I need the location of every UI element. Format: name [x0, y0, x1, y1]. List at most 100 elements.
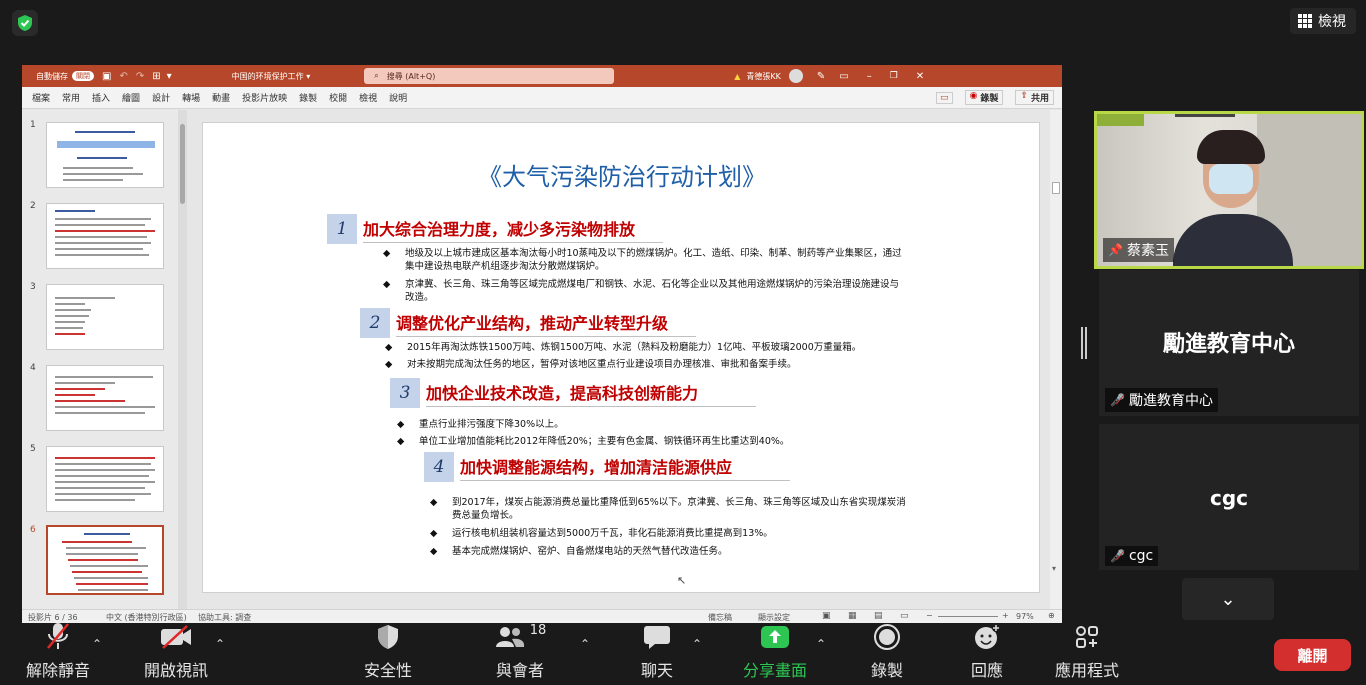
zoom-slider[interactable]	[938, 616, 998, 617]
notes-button[interactable]: 備忘稿	[708, 612, 732, 623]
pen-icon[interactable]: ✎	[817, 71, 825, 82]
chat-button[interactable]: 聊天	[634, 623, 680, 685]
security-button[interactable]: 安全性	[356, 623, 420, 685]
save-icon[interactable]: ▣	[102, 71, 111, 82]
slide-thumbnail-5[interactable]	[46, 446, 164, 512]
tab-review[interactable]: 校閱	[329, 91, 347, 104]
unmute-button[interactable]: 解除靜音	[20, 623, 96, 685]
user-avatar[interactable]	[788, 69, 803, 83]
bullet-item: ◆ 2015年再淘汰炼铁1500万吨、炼钢1500万吨、水泥（熟料及粉磨能力）1亿…	[385, 342, 862, 353]
reactions-emoji-icon	[973, 623, 1001, 651]
participant-name-tag: 📌 蔡素玉	[1103, 238, 1174, 262]
view-button[interactable]: 檢視	[1290, 8, 1356, 34]
slide-scrollbar[interactable]: ▾	[1050, 110, 1062, 610]
tab-view[interactable]: 檢視	[359, 91, 377, 104]
thumb-number: 5	[30, 444, 36, 454]
share-options-caret-icon[interactable]: ⌃	[816, 637, 826, 651]
document-title[interactable]: 中国的环境保护工作 ▾	[232, 71, 311, 82]
undo-icon[interactable]: ↶	[119, 71, 127, 82]
record-dot-icon: ◉	[969, 91, 978, 101]
tab-slideshow[interactable]: 投影片放映	[242, 91, 287, 104]
share-button[interactable]: ⇪ 共用	[1015, 90, 1054, 105]
tab-transitions[interactable]: 轉場	[182, 91, 200, 104]
tab-file[interactable]: 檔案	[32, 91, 50, 104]
tab-home[interactable]: 常用	[62, 91, 80, 104]
video-options-caret-icon[interactable]: ⌃	[215, 637, 225, 651]
customize-qat-icon[interactable]: ▾	[167, 71, 172, 82]
normal-view-icon[interactable]: ▣	[822, 611, 831, 621]
panel-resize-handle[interactable]	[1081, 327, 1087, 359]
close-icon[interactable]: ✕	[916, 71, 924, 82]
leave-meeting-button[interactable]: 離開	[1274, 639, 1351, 671]
warning-icon[interactable]: ▲	[734, 72, 740, 81]
slide-thumbnail-4[interactable]	[46, 365, 164, 431]
powerpoint-window: 自動儲存 關閉 ▣ ↶ ↷ ⊞ ▾ 中国的环境保护工作 ▾ ⌕ 搜尋 (Alt+…	[22, 65, 1062, 623]
comments-icon[interactable]: ▭	[936, 91, 953, 104]
chat-icon	[643, 623, 671, 651]
zoom-in-icon[interactable]: +	[1002, 611, 1009, 620]
tab-help[interactable]: 說明	[389, 91, 407, 104]
face-mask	[1209, 164, 1253, 194]
chevron-down-icon[interactable]: ⌄	[1182, 578, 1274, 620]
share-screen-label: 分享畫面	[742, 661, 807, 680]
participants-options-caret-icon[interactable]: ⌃	[580, 637, 590, 651]
slide-thumbnail-3[interactable]	[46, 284, 164, 350]
search-box[interactable]: ⌕ 搜尋 (Alt+Q)	[364, 68, 615, 84]
present-icon[interactable]: ⊞	[152, 71, 160, 82]
display-settings-button[interactable]: 顯示設定	[758, 612, 790, 623]
meeting-security-shield-icon[interactable]	[12, 10, 38, 36]
section-number: 3	[390, 378, 420, 408]
start-video-button[interactable]: 開啟視訊	[138, 623, 214, 685]
video-tile[interactable]: 勵進教育中心 🎤̸ 勵進教育中心	[1099, 270, 1359, 416]
tab-record[interactable]: 錄製	[299, 91, 317, 104]
accessibility-status[interactable]: 協助工具: 調查	[198, 612, 251, 623]
tab-insert[interactable]: 插入	[92, 91, 110, 104]
minimize-icon[interactable]: –	[867, 71, 872, 82]
record-button[interactable]: 錄製	[864, 623, 910, 685]
meeting-toolbar: 解除靜音 ⌃ 開啟視訊 ⌃ 安全性 18 與會者 ⌃ 聊天 ⌃ 分享畫面 ⌃ 錄…	[0, 623, 1366, 685]
slide-thumbnail-1[interactable]	[46, 122, 164, 188]
tab-design[interactable]: 設計	[152, 91, 170, 104]
mic-muted-icon: 🎤̸	[1110, 393, 1125, 407]
section-2-header: 2 调整优化产业结构，推动产业转型升级	[360, 308, 696, 338]
search-placeholder: 搜尋 (Alt+Q)	[386, 71, 436, 81]
share-screen-button[interactable]: 分享畫面	[740, 623, 810, 685]
record-button-label: 錄製	[980, 94, 999, 104]
chat-options-caret-icon[interactable]: ⌃	[692, 637, 702, 651]
participant-display-name: cgc	[1209, 486, 1249, 510]
fit-slide-icon[interactable]: ⊕	[1048, 611, 1055, 620]
tab-animations[interactable]: 動畫	[212, 91, 230, 104]
ribbon-display-icon[interactable]: ▭	[839, 71, 848, 82]
slide-thumbnail-6[interactable]	[46, 525, 164, 595]
reading-view-icon[interactable]: ▤	[874, 611, 883, 621]
bullet-item: ◆ 基本完成燃煤锅炉、窑炉、自备燃煤电站的天然气替代改造任务。	[430, 546, 728, 557]
participants-label: 與會者	[495, 661, 544, 680]
reactions-button[interactable]: 回應	[964, 623, 1010, 685]
participant-count: 18	[529, 623, 547, 638]
bullet-item: ◆ 重点行业排污强度下降30%以上。	[397, 419, 564, 430]
video-tile[interactable]: cgc 🎤̸ cgc	[1099, 424, 1359, 570]
audio-options-caret-icon[interactable]: ⌃	[92, 637, 102, 651]
redo-icon[interactable]: ↷	[136, 71, 144, 82]
slideshow-icon[interactable]: ▭	[900, 611, 909, 621]
record-icon	[873, 623, 901, 651]
zoom-level[interactable]: 97%	[1016, 612, 1034, 621]
sorter-view-icon[interactable]: ▦	[848, 611, 857, 621]
restore-icon[interactable]: ❐	[890, 71, 898, 81]
user-name[interactable]: 青德張KK	[746, 71, 781, 82]
language-status[interactable]: 中文 (香港特別行政區)	[106, 612, 187, 623]
video-tile-active-speaker[interactable]: 📌 蔡素玉	[1094, 111, 1364, 269]
autosave-toggle[interactable]: 關閉	[72, 71, 94, 81]
record-button[interactable]: ◉ 錄製	[964, 90, 1004, 105]
participants-button[interactable]: 18 與會者	[488, 623, 552, 685]
tab-draw[interactable]: 繪圖	[122, 91, 140, 104]
section-heading: 加快调整能源结构，增加清洁能源供应	[460, 454, 790, 481]
slide-thumbnail-2[interactable]	[46, 203, 164, 269]
apps-button[interactable]: 應用程式	[1052, 623, 1122, 685]
slide-thumbnail-pane: 1 2 3 4 5 6	[22, 110, 187, 610]
mic-off-icon	[45, 621, 71, 651]
section-heading: 调整优化产业结构，推动产业转型升级	[396, 310, 696, 337]
thumbnail-scrollbar[interactable]	[178, 110, 187, 610]
participant-display-name: 勵進教育中心	[1162, 332, 1295, 357]
zoom-out-icon[interactable]: −	[926, 611, 933, 620]
